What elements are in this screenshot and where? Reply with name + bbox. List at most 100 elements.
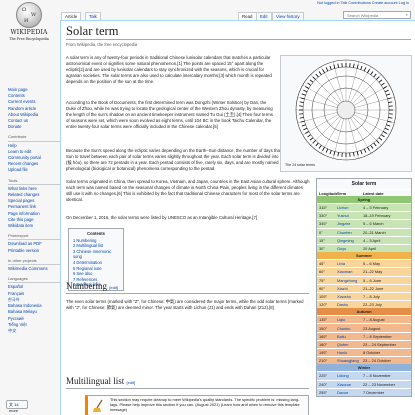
- nav-upload[interactable]: Upload file: [8, 167, 62, 173]
- infobox-row: 30° Guyu 20 April: [317, 243, 411, 253]
- nav-wikidata[interactable]: Wikidata item: [8, 223, 62, 229]
- season-header-winter: Winter: [317, 364, 411, 372]
- term-link[interactable]: Chushu: [337, 326, 363, 331]
- longitude-cell: 240°: [319, 381, 328, 387]
- search-icon[interactable]: ⌕: [406, 12, 408, 17]
- infobox-row: 45° Lixia 5 – 6 May: [317, 259, 411, 268]
- infobox-row: 195° Hanlu 8 October: [317, 348, 411, 357]
- tab-edit[interactable]: Edit: [256, 12, 272, 20]
- longitude-cell: 45°: [319, 261, 325, 267]
- edit-numbering-link[interactable]: [edit]: [109, 285, 118, 290]
- tab-article[interactable]: Article: [61, 12, 82, 20]
- longitude-cell: 135°: [319, 317, 328, 323]
- longitude-cell: 180°: [319, 341, 328, 347]
- numbering-divider: [66, 293, 309, 294]
- term-link[interactable]: Xiaoshu: [337, 294, 363, 299]
- infobox: Solar term Longitude Term Latest date Sp…: [316, 178, 412, 397]
- date-cell: 7 – 8 November: [363, 373, 391, 379]
- date-cell: 4 – 5 February: [363, 205, 389, 211]
- infobox-row: 330° Yushui 18–19 February: [317, 211, 411, 220]
- date-cell: 7 December: [363, 389, 385, 395]
- date-cell: 21–22 May: [363, 269, 383, 275]
- longitude-cell: 30°: [319, 246, 325, 252]
- toc-item[interactable]: 3 Chinese mnemonic song: [73, 249, 119, 260]
- term-link[interactable]: Chunfen: [337, 230, 363, 235]
- term-link[interactable]: Jingzhe: [337, 221, 363, 226]
- longitude-cell: 75°: [319, 277, 325, 283]
- term-link[interactable]: Guyu: [337, 246, 363, 251]
- tab-talk[interactable]: Talk: [85, 12, 101, 20]
- date-cell: 23 – 24 September: [363, 341, 397, 347]
- lead-paragraph-1: A solar term is any of twenty-four perio…: [66, 55, 272, 85]
- tagline-from: From Wikipedia, the free encyclopedia: [66, 42, 138, 47]
- term-link[interactable]: Yushui: [337, 213, 363, 218]
- date-cell: 8 October: [363, 350, 381, 356]
- date-cell: 5 – 6 March: [363, 221, 384, 227]
- infobox-row: 240° Xiaoxue 22 – 23 November: [317, 379, 411, 388]
- infobox-row: 180° Qiufen 23 – 24 September: [317, 339, 411, 348]
- term-link[interactable]: Shuangjiang: [337, 358, 363, 363]
- longitude-cell: 315°: [319, 205, 328, 211]
- nav-donate[interactable]: Donate: [8, 124, 62, 130]
- term-link[interactable]: Lidong: [337, 373, 363, 378]
- term-link[interactable]: Liqiu: [337, 317, 363, 322]
- solar-terms-diagram[interactable]: The 24 solar terms: [280, 55, 412, 172]
- solar-terms-wheel: [295, 59, 397, 161]
- longitude-cell: 165°: [319, 333, 328, 339]
- infobox-title: Solar term: [351, 181, 377, 187]
- longitude-cell: 150°: [319, 325, 328, 331]
- date-cell: 5 – 6 May: [363, 261, 381, 267]
- lang-zh[interactable]: 中文: [8, 328, 62, 334]
- longitude-cell: 105°: [319, 293, 328, 299]
- edit-multilingual-link[interactable]: [edit]: [127, 380, 136, 385]
- tab-history[interactable]: View history: [272, 12, 304, 20]
- longitude-cell: 90°: [319, 285, 325, 291]
- multilingual-title: Multilingual list: [66, 376, 125, 386]
- term-link[interactable]: Lixia: [337, 261, 363, 266]
- wikipedia-logo[interactable]: ΩWИ WIKIPEDIA The Free Encyclopedia: [6, 2, 52, 50]
- term-link[interactable]: Hanlu: [337, 350, 363, 355]
- infobox-row: 150° Chushu 23 August: [317, 323, 411, 332]
- languages-more-button[interactable]: 文 14 more: [6, 400, 28, 413]
- term-link[interactable]: Dashu: [337, 302, 363, 307]
- multilingual-divider: [66, 388, 309, 389]
- longitude-cell: 60°: [319, 269, 325, 275]
- longitude-cell: 255°: [319, 389, 328, 395]
- header-longitude: Longitude: [319, 190, 338, 196]
- infobox-row: 165° Bailu 7 – 8 September: [317, 331, 411, 340]
- date-cell: 20 April: [363, 246, 376, 252]
- date-cell: 22–23 July: [363, 302, 382, 308]
- diagram-caption: The 24 solar terms: [285, 163, 315, 167]
- article-content: Solar term From Wikipedia, the free ency…: [60, 20, 415, 415]
- date-cell: 20–21 March: [363, 229, 386, 235]
- nav-main: Main page Contents Current events Random…: [8, 87, 62, 334]
- longitude-cell: 345°: [319, 221, 328, 227]
- tab-read[interactable]: Read: [238, 12, 257, 20]
- personal-tools[interactable]: Not logged in Talk Contributions Create …: [160, 1, 415, 5]
- date-cell: 23 August: [363, 325, 381, 331]
- infobox-row: 345° Jingzhe 5 – 6 March: [317, 219, 411, 228]
- nav-printable[interactable]: Printable version: [8, 248, 62, 254]
- longitude-cell: 225°: [319, 373, 328, 379]
- term-link[interactable]: Bailu: [337, 334, 363, 339]
- search-placeholder: Search Wikipedia: [347, 13, 379, 18]
- term-link[interactable]: Qingming: [337, 238, 363, 243]
- infobox-row: 120° Dashu 22–23 July: [317, 300, 411, 309]
- longitude-cell: 120°: [319, 302, 328, 308]
- term-link[interactable]: Xiaoman: [337, 269, 363, 274]
- date-cell: 4 – 5 April: [363, 237, 381, 243]
- term-link[interactable]: Xiazhi: [337, 286, 363, 291]
- term-link[interactable]: Qiufen: [337, 342, 363, 347]
- nav-commons[interactable]: Wikimedia Commons: [8, 266, 62, 272]
- term-link[interactable]: Xiaoxue: [337, 382, 363, 387]
- title-divider: [66, 39, 411, 40]
- term-link[interactable]: Daxue: [337, 390, 363, 395]
- term-link[interactable]: Lichun: [337, 205, 363, 210]
- wikipedia-globe-logo: ΩWИ: [16, 2, 42, 28]
- term-link[interactable]: Mangzhong: [337, 278, 363, 283]
- page-tabs: Article Talk Read Edit View history Sear…: [60, 10, 415, 20]
- section-multilingual-heading: Multilingual list [edit]: [66, 376, 135, 386]
- search-input[interactable]: Search Wikipedia ⌕: [343, 11, 411, 19]
- tagline: The Free Encyclopedia: [9, 37, 49, 42]
- infobox-row: 15° Qingming 4 – 5 April: [317, 235, 411, 244]
